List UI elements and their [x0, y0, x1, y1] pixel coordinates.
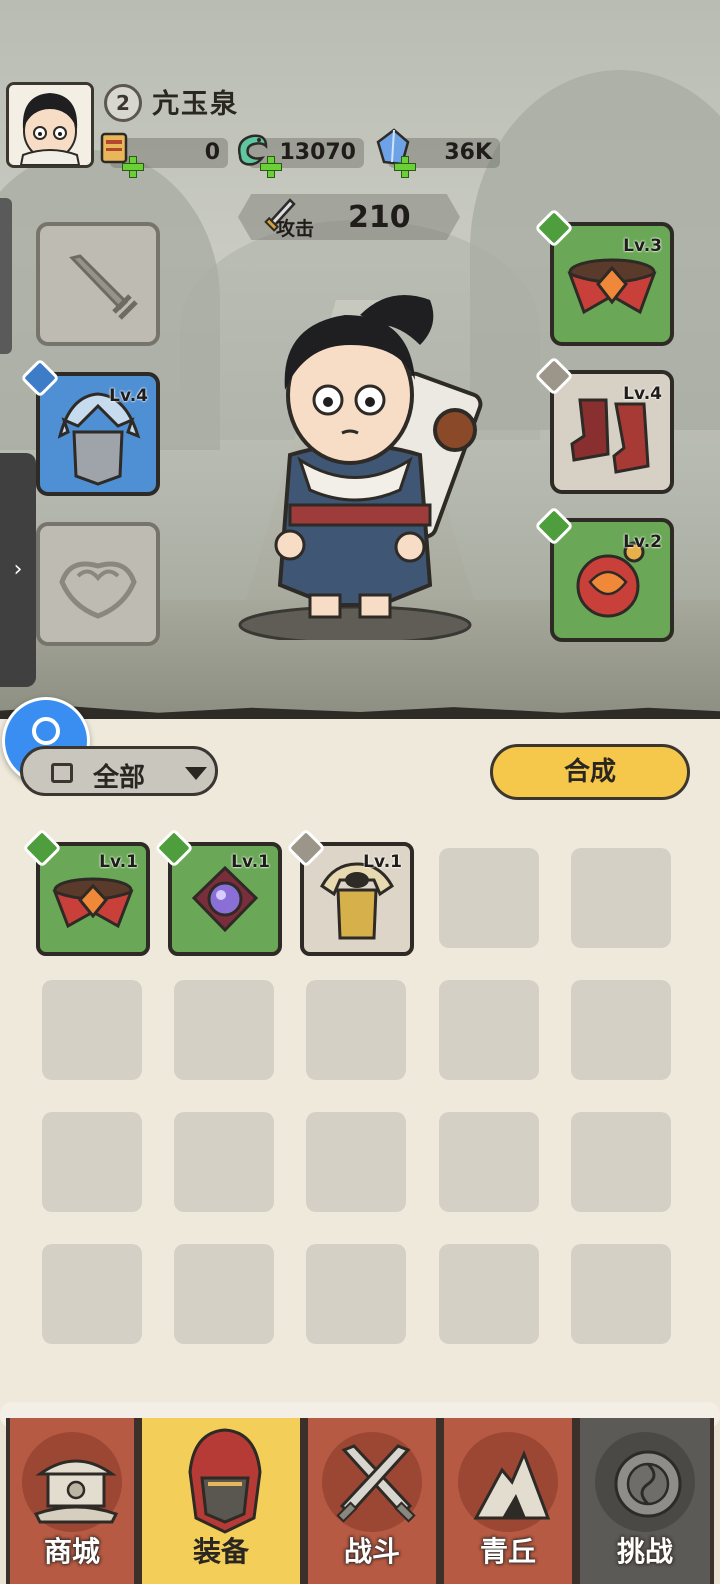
boots-slot[interactable]: Lv.4: [550, 370, 674, 494]
amulet-level: Lv.2: [623, 532, 662, 552]
inventory-slot-empty[interactable]: [306, 1112, 406, 1212]
inventory-slot-empty[interactable]: [439, 848, 539, 948]
jade-count: 13070: [279, 140, 356, 165]
player-avatar[interactable]: [6, 82, 94, 168]
helmet-level: Lv.4: [109, 386, 148, 406]
filter-dropdown[interactable]: 全部: [20, 746, 218, 796]
inventory-item-amulet[interactable]: Lv.1: [168, 842, 282, 956]
inventory-slot-empty[interactable]: [174, 1244, 274, 1344]
weapon-slot[interactable]: [36, 222, 160, 346]
helmet-slot[interactable]: Lv.4: [36, 372, 160, 496]
item-level: Lv.1: [99, 852, 138, 872]
item-level: Lv.1: [231, 852, 270, 872]
inventory-slot-empty[interactable]: [571, 1244, 671, 1344]
inventory-slot-empty[interactable]: [571, 848, 671, 948]
equipment-icon: [188, 1428, 262, 1534]
attack-label: 攻击: [276, 218, 315, 240]
nav-equipment[interactable]: 装备: [138, 1418, 304, 1584]
crystal-count: 36K: [444, 140, 492, 165]
inventory-slot-empty[interactable]: [174, 1112, 274, 1212]
nav-label: 战斗: [343, 1535, 400, 1568]
weapon-placeholder-icon: [69, 254, 138, 320]
inventory-slot-empty[interactable]: [306, 980, 406, 1080]
battle-icon: [336, 1444, 416, 1523]
item-level: Lv.1: [363, 852, 402, 872]
nav-label: 装备: [192, 1535, 249, 1568]
side-drawer-tab[interactable]: ›: [0, 453, 36, 687]
add-jade-icon[interactable]: [260, 156, 282, 178]
attack-value: 210: [348, 200, 411, 235]
nav-label: 挑战: [616, 1535, 673, 1568]
add-crystal-icon[interactable]: [394, 156, 416, 178]
inventory-slot-empty[interactable]: [439, 1112, 539, 1212]
inventory-item-belt[interactable]: Lv.1: [36, 842, 150, 956]
nav-challenge[interactable]: 挑战: [576, 1418, 714, 1584]
merge-button[interactable]: 合成: [490, 744, 690, 800]
filter-icon: [51, 763, 73, 783]
belt-slot[interactable]: Lv.3: [550, 222, 674, 346]
amulet-slot[interactable]: Lv.2: [550, 518, 674, 642]
nav-shop[interactable]: 商城: [6, 1418, 138, 1584]
inventory-slot-empty[interactable]: [42, 980, 142, 1080]
boots-level: Lv.4: [623, 384, 662, 404]
player-level: 2: [104, 84, 142, 122]
ring-placeholder-icon: [59, 561, 137, 619]
filter-label: 全部: [93, 763, 146, 793]
inventory-slot-empty[interactable]: [439, 980, 539, 1080]
chevron-right-icon: ›: [13, 557, 23, 582]
nav-label: 商城: [43, 1535, 100, 1568]
inventory-slot-empty[interactable]: [439, 1244, 539, 1344]
hero-character: [238, 295, 483, 640]
inventory-slot-empty[interactable]: [306, 1244, 406, 1344]
inventory-slot-empty[interactable]: [42, 1112, 142, 1212]
dropdown-arrow-icon: [185, 767, 207, 780]
inventory-slot-empty[interactable]: [571, 1112, 671, 1212]
scroll-count: 0: [204, 140, 220, 165]
inventory-slot-empty[interactable]: [571, 980, 671, 1080]
side-handle[interactable]: [0, 198, 12, 354]
shop-icon: [33, 1459, 119, 1524]
player-name: 亢玉泉: [152, 89, 239, 120]
challenge-icon: [614, 1450, 682, 1518]
nav-battle[interactable]: 战斗: [304, 1418, 440, 1584]
nav-qingqiu[interactable]: 青丘: [440, 1418, 576, 1584]
belt-level: Lv.3: [623, 236, 662, 256]
inventory-slot-empty[interactable]: [42, 1244, 142, 1344]
ring-slot[interactable]: [36, 522, 160, 646]
qingqiu-icon: [473, 1449, 551, 1520]
inventory-item-armor[interactable]: Lv.1: [300, 842, 414, 956]
nav-label: 青丘: [479, 1535, 536, 1568]
add-scroll-icon[interactable]: [122, 156, 144, 178]
inventory-slot-empty[interactable]: [174, 980, 274, 1080]
